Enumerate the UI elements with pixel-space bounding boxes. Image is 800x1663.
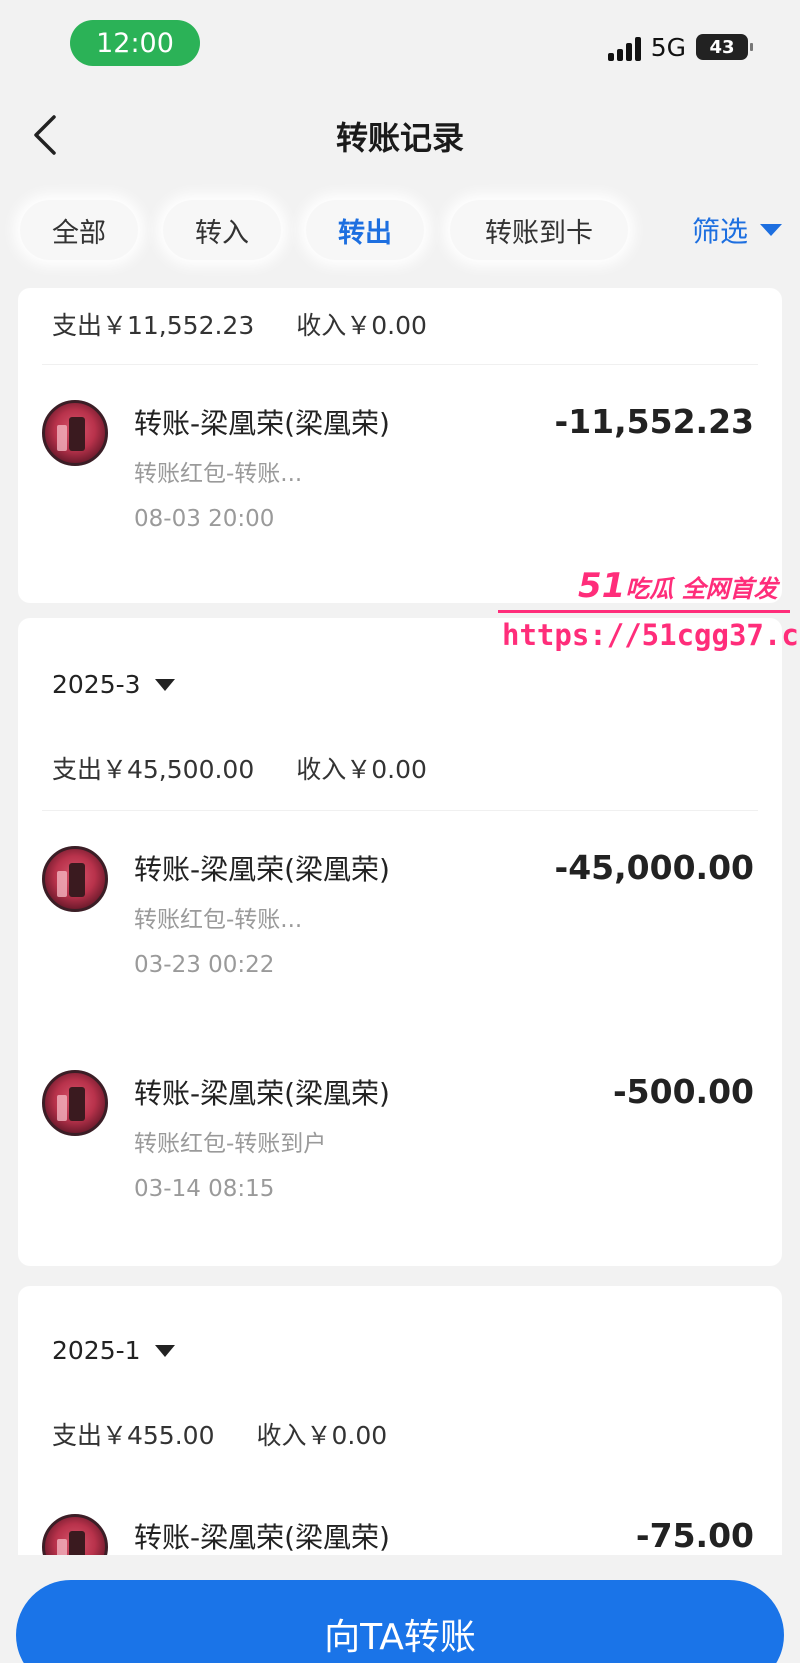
income-total: 收入￥0.00 [256, 1421, 388, 1450]
tab-all[interactable]: 全部 [20, 200, 138, 260]
month-label: 2025-3 [52, 670, 141, 699]
triangle-down-icon [760, 224, 782, 236]
watermark-url: https://51cgg37.com [502, 618, 800, 652]
transaction-row[interactable]: 转账-梁凰荣(梁凰荣) 转账红包-转账到户 03-14 08:15 -500.0… [18, 1070, 782, 1220]
transaction-subtitle: 转账红包-转账... [134, 907, 303, 933]
triangle-down-icon [154, 1344, 175, 1357]
triangle-down-icon [154, 678, 175, 691]
month-selector[interactable]: 2025-1 [52, 1336, 175, 1365]
transaction-title: 转账-梁凰荣(梁凰荣) [134, 1077, 390, 1110]
transfer-button[interactable]: 向TA转账 [16, 1580, 784, 1663]
transaction-title: 转账-梁凰荣(梁凰荣) [134, 407, 390, 440]
transaction-title: 转账-梁凰荣(梁凰荣) [134, 1521, 390, 1554]
transaction-subtitle: 转账红包-转账到户 [134, 1131, 327, 1157]
month-label: 2025-1 [52, 1336, 141, 1365]
avatar [42, 846, 108, 912]
expense-total: 支出￥45,500.00 [52, 755, 255, 784]
income-total: 收入￥0.00 [296, 755, 427, 784]
month-summary: 支出￥45,500.00 收入￥0.00 [52, 750, 427, 786]
filter-button[interactable]: 筛选 [692, 200, 782, 260]
transaction-time: 03-14 08:15 [134, 1176, 275, 1202]
status-time: 12:00 [70, 20, 200, 66]
filter-label: 筛选 [691, 215, 748, 248]
watermark-number: 51 [578, 566, 626, 606]
tab-outgoing[interactable]: 转出 [306, 200, 424, 260]
transaction-amount: -500.00 [612, 1072, 754, 1111]
transaction-row[interactable]: 转账-梁凰荣(梁凰荣) 转账红包-转账... 08-03 20:00 -11,5… [18, 400, 782, 550]
signal-icon [607, 33, 641, 61]
tab-bar: 全部 转入 转出 转账到卡 筛选 [0, 200, 800, 262]
transaction-amount: -11,552.23 [554, 402, 755, 441]
page-title: 转账记录 [335, 119, 464, 157]
month-summary: 支出￥11,552.23 收入￥0.00 [52, 306, 427, 342]
income-total: 收入￥0.00 [296, 311, 427, 340]
status-bar: 12:00 5G 43 [0, 0, 800, 90]
transaction-title: 转账-梁凰荣(梁凰荣) [134, 853, 390, 886]
month-selector[interactable]: 2025-3 [52, 670, 175, 699]
month-group: 2025-3 支出￥45,500.00 收入￥0.00 转账-梁凰荣(梁凰荣) 转… [18, 618, 782, 1266]
expense-total: 支出￥455.00 [52, 1421, 215, 1450]
tab-to-card[interactable]: 转账到卡 [450, 200, 628, 260]
divider [42, 364, 758, 365]
battery-icon: 43 [696, 34, 753, 60]
transaction-row[interactable]: 转账-梁凰荣(梁凰荣) 转账红包-转账... 03-23 00:22 -45,0… [18, 846, 782, 996]
avatar [42, 1070, 108, 1136]
divider [42, 810, 758, 811]
transaction-time: 03-23 00:22 [134, 952, 275, 978]
watermark-text: 吃瓜 全网首发 [625, 575, 778, 603]
month-group: 支出￥11,552.23 收入￥0.00 转账-梁凰荣(梁凰荣) 转账红包-转账.… [18, 288, 782, 603]
transaction-time: 08-03 20:00 [134, 506, 275, 532]
watermark-logo: 51吃瓜 全网首发 [578, 566, 778, 606]
status-indicators: 5G 43 [607, 30, 753, 64]
tab-incoming[interactable]: 转入 [163, 200, 281, 260]
nav-header: 转账记录 [0, 95, 800, 175]
watermark: 51吃瓜 全网首发 https://51cgg37.com [498, 566, 800, 666]
transaction-amount: -45,000.00 [554, 848, 755, 887]
avatar [42, 400, 108, 466]
transaction-amount: -75.00 [635, 1516, 754, 1555]
network-type: 5G [650, 32, 686, 62]
month-summary: 支出￥455.00 收入￥0.00 [52, 1416, 387, 1452]
watermark-line [498, 610, 790, 613]
expense-total: 支出￥11,552.23 [52, 311, 255, 340]
transaction-subtitle: 转账红包-转账... [134, 461, 303, 487]
